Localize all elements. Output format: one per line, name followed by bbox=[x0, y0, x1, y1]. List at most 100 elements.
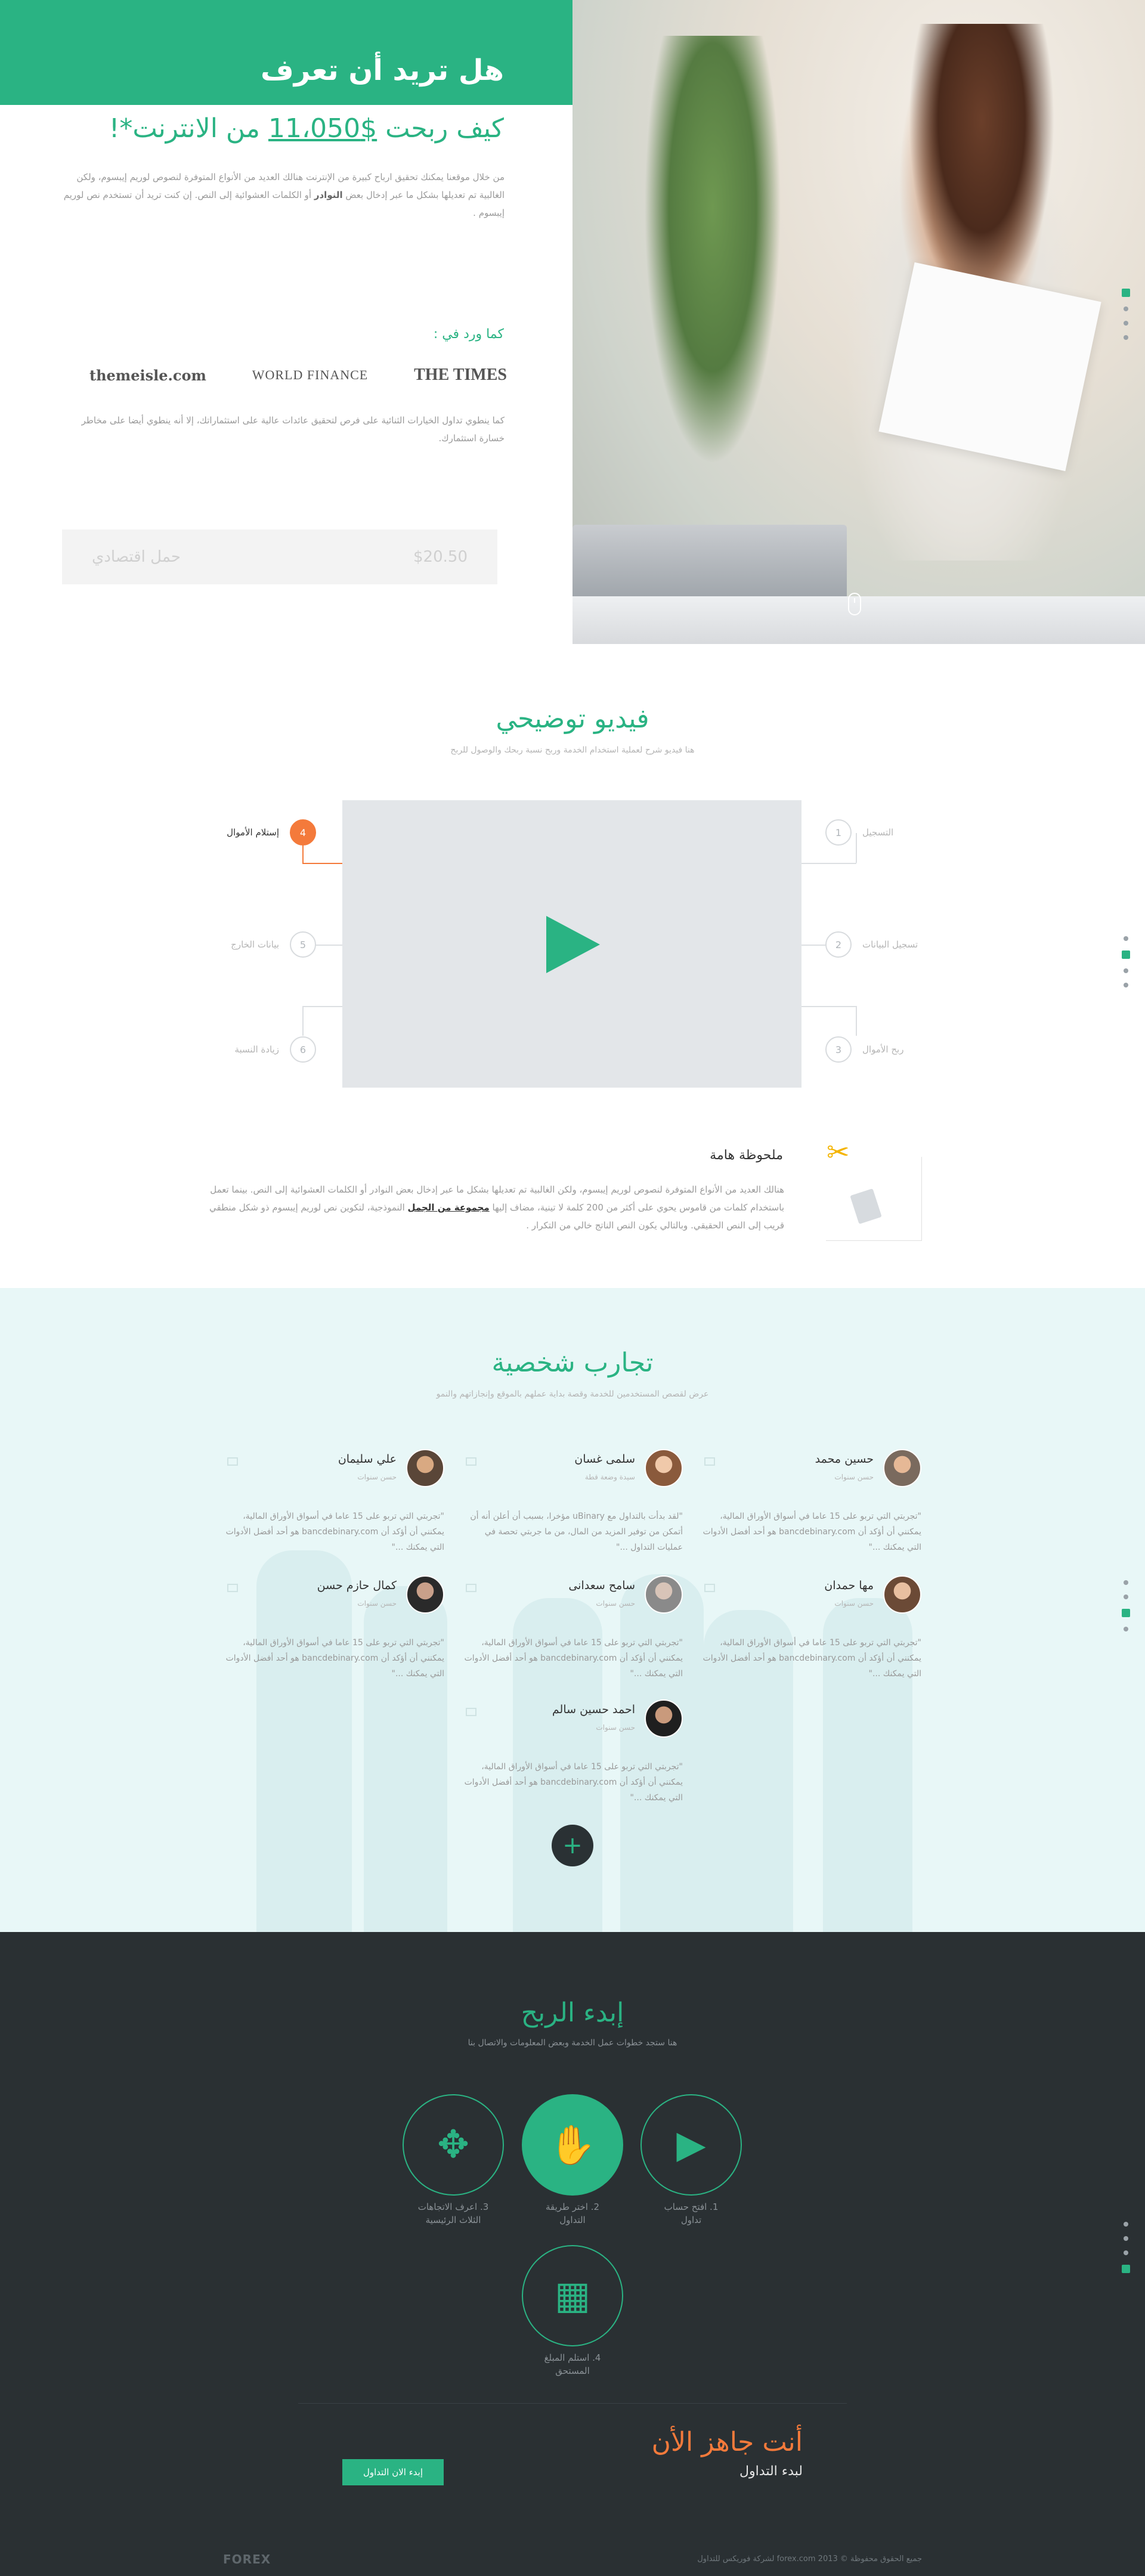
step-receive[interactable]: ▦ bbox=[522, 2245, 623, 2346]
step-3-number: 3 bbox=[825, 1036, 852, 1063]
connector-6h bbox=[302, 1006, 342, 1008]
start-section: إبدء الربح هنا ستجد خطوات عمل الخدمة وبع… bbox=[0, 1932, 1145, 2576]
nav-dot-3[interactable] bbox=[1124, 2250, 1128, 2255]
testimonial-name: حسين محمد bbox=[815, 1453, 874, 1466]
step-4-line-1: 4. استلم المبلغ bbox=[544, 2352, 601, 2363]
hero-disclaimer: كما ينطوي تداول الخيارات الثنائية على فر… bbox=[81, 415, 505, 444]
step-2-number: 2 bbox=[825, 931, 852, 958]
quote-icon bbox=[466, 1584, 476, 1592]
quote-icon bbox=[704, 1457, 715, 1466]
avatar bbox=[406, 1575, 444, 1614]
connector-5 bbox=[315, 945, 342, 946]
section-nav-dots bbox=[1122, 289, 1130, 349]
step-4[interactable]: 4 إستلام الأموال bbox=[227, 819, 316, 846]
testimonial-quote: "تجربتي التي تربو على 15 عاما في أسواق ا… bbox=[464, 1762, 683, 1803]
step-5-label: بيانات الخارج bbox=[231, 939, 279, 950]
testimonial-card: سامح سعدانى حسن سنوات "تجربتي التي تربو … bbox=[462, 1575, 683, 1689]
play-icon[interactable] bbox=[546, 916, 600, 973]
step-1-label: التسجيل bbox=[862, 827, 894, 838]
step-trading-method[interactable]: ✋ bbox=[522, 2094, 623, 2196]
ready-title: أنت جاهز الأن bbox=[651, 2427, 803, 2457]
testimonial-name: احمد حسين سالم bbox=[552, 1703, 635, 1716]
hero-subtitle-amount: $11،050 bbox=[268, 113, 377, 144]
testimonial-quote: "لقد بدأت بالتداول مع uBinary مؤخرا، بسب… bbox=[470, 1512, 683, 1552]
testimonial-card: مها حمدان حسن سنوات "تجربتي التي تربو عل… bbox=[701, 1575, 921, 1689]
footer-copyright: جميع الحقوق محفوظة © 2013 forex.com لشرك… bbox=[697, 2555, 922, 2563]
nav-dot-1[interactable] bbox=[1124, 936, 1128, 941]
logo-themeisle: themeisle.com bbox=[89, 366, 206, 384]
step-4-number: 4 bbox=[290, 819, 316, 846]
step-trends-label: 3. اعرف الاتجاهات الثلاث الرئيسية bbox=[394, 2200, 513, 2227]
hero-section: هل تريد أن تعرف كيف ربحت $11،050 من الان… bbox=[0, 0, 1145, 644]
nav-dot-4[interactable] bbox=[1124, 1627, 1128, 1631]
connector-3 bbox=[856, 1006, 858, 1036]
step-6[interactable]: 6 زيادة النسبة bbox=[234, 1036, 316, 1063]
step-1-number: 1 bbox=[825, 819, 852, 846]
footer-logo[interactable]: FOREX bbox=[223, 2552, 271, 2566]
nav-dot-2[interactable] bbox=[1124, 2236, 1128, 2241]
step-1-line-1: 1. افتح حساب bbox=[664, 2202, 719, 2212]
hero-photo bbox=[572, 0, 1145, 644]
step-6-number: 6 bbox=[290, 1036, 316, 1063]
load-more-button[interactable]: + bbox=[552, 1825, 593, 1866]
video-player[interactable] bbox=[342, 800, 802, 1088]
nav-dot-4[interactable] bbox=[1124, 335, 1128, 340]
quote-icon bbox=[227, 1457, 238, 1466]
note-text: هنالك العديد من الأنواع المتوفرة لنصوص ل… bbox=[203, 1181, 784, 1234]
testimonial-quote: "تجربتي التي تربو على 15 عاما في أسواق ا… bbox=[703, 1512, 921, 1552]
nav-dot-4[interactable] bbox=[1124, 983, 1128, 987]
step-trends[interactable]: ✥ bbox=[403, 2094, 504, 2196]
logo-the-times: THE TIMES bbox=[414, 366, 507, 384]
nav-dot-3[interactable] bbox=[1124, 968, 1128, 973]
testimonials-subtitle: عرض لقصص المستخدمين للخدمة وقصة بداية عم… bbox=[436, 1389, 709, 1399]
step-open-account[interactable]: ▶ bbox=[640, 2094, 742, 2196]
hero-subtitle: كيف ربحت $11،050 من الانترنت*! bbox=[109, 113, 504, 144]
start-subtitle: هنا ستجد خطوات عمل الخدمة وبعض المعلومات… bbox=[468, 2038, 677, 2048]
video-subtitle: هنا فيديو شرح لعملية استخدام الخدمة وربح… bbox=[450, 745, 695, 755]
start-trading-button[interactable]: إبدء الان التداول bbox=[342, 2459, 444, 2485]
testimonial-quote: "تجربتي التي تربو على 15 عاما في أسواق ا… bbox=[703, 1638, 921, 1679]
scroll-mouse-icon[interactable] bbox=[848, 593, 861, 615]
nav-dot-1[interactable] bbox=[1124, 2222, 1128, 2227]
ready-subtitle: لبدء التداول bbox=[739, 2464, 803, 2479]
avatar bbox=[645, 1449, 683, 1487]
step-1[interactable]: 1 التسجيل bbox=[825, 819, 893, 846]
hero-title-band bbox=[0, 0, 572, 105]
nav-dot-4[interactable] bbox=[1122, 2265, 1130, 2273]
nav-dot-1[interactable] bbox=[1122, 289, 1130, 297]
nav-dot-3[interactable] bbox=[1122, 1609, 1130, 1617]
testimonial-card: حسين محمد حسن سنوات "تجربتي التي تربو عل… bbox=[701, 1449, 921, 1562]
nav-dot-2[interactable] bbox=[1124, 306, 1128, 311]
nav-dot-2[interactable] bbox=[1122, 950, 1130, 959]
nav-dot-2[interactable] bbox=[1124, 1594, 1128, 1599]
testimonial-name: علي سليمان bbox=[338, 1453, 397, 1466]
section-nav-dots bbox=[1122, 2222, 1130, 2283]
note-link[interactable]: مجموعة من الجمل bbox=[408, 1202, 490, 1213]
nav-dot-1[interactable] bbox=[1124, 1580, 1128, 1585]
step-5[interactable]: 5 بيانات الخارج bbox=[231, 931, 316, 958]
step-5-number: 5 bbox=[290, 931, 316, 958]
video-section: فيديو توضيحي هنا فيديو شرح لعملية استخدا… bbox=[0, 644, 1145, 1288]
testimonial-quote: "تجربتي التي تربو على 15 عاما في أسواق ا… bbox=[225, 1638, 444, 1679]
testimonial-role: حسن سنوات bbox=[357, 1599, 397, 1608]
scissors-icon: ✂ bbox=[827, 1136, 850, 1168]
hero-subtitle-pre: كيف ربحت bbox=[377, 113, 504, 144]
logo-world-finance: WORLD FINANCE bbox=[252, 367, 369, 382]
nav-dot-3[interactable] bbox=[1124, 321, 1128, 326]
testimonial-name: مها حمدان bbox=[824, 1579, 874, 1592]
step-1-line-2: تداول bbox=[680, 2215, 702, 2225]
hero-form-bar[interactable]: حمل اقتصادي $20.50 bbox=[62, 530, 497, 584]
step-3-line-2: الثلاث الرئيسية bbox=[425, 2215, 481, 2225]
quote-icon bbox=[466, 1708, 476, 1716]
connector-1h bbox=[802, 863, 856, 865]
hero-paragraph: من خلال موقعنا يمكنك تحقيق ارباح كبيرة م… bbox=[62, 168, 505, 222]
step-2[interactable]: 2 تسجيل البيانات bbox=[825, 931, 918, 958]
section-nav-dots bbox=[1122, 1580, 1130, 1641]
step-3[interactable]: 3 ربح الأموال bbox=[825, 1036, 903, 1063]
hero-title: هل تريد أن تعرف bbox=[260, 54, 504, 87]
avatar bbox=[645, 1575, 683, 1614]
section-nav-dots bbox=[1122, 936, 1130, 997]
press-logos: themeisle.com WORLD FINANCE THE TIMES bbox=[89, 360, 507, 390]
testimonial-card: كمال حازم حسن حسن سنوات "تجربتي التي ترب… bbox=[224, 1575, 444, 1689]
testimonial-name: كمال حازم حسن bbox=[317, 1579, 397, 1592]
